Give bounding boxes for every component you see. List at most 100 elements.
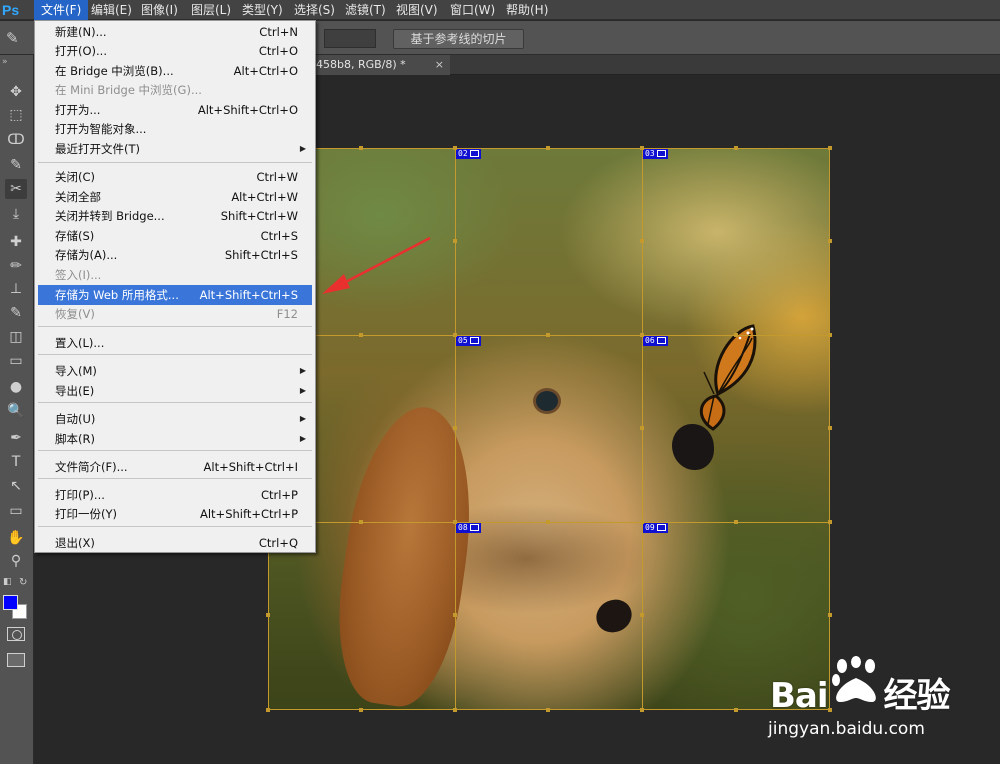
slice-handle[interactable] xyxy=(828,146,832,150)
file-menu-item[interactable]: 关闭并转到 Bridge... Shift+Ctrl+W xyxy=(38,206,312,226)
slice-handle[interactable] xyxy=(546,708,550,712)
menu-4[interactable]: 类型(Y) xyxy=(235,0,290,20)
slice-handle[interactable] xyxy=(453,239,457,243)
file-menu-item[interactable]: 导出(E) ▶ xyxy=(38,381,312,401)
file-menu-item[interactable]: 打开为... Alt+Shift+Ctrl+O xyxy=(38,100,312,120)
screen-mode-icon[interactable] xyxy=(7,653,25,667)
shape-icon[interactable]: ▭ xyxy=(5,501,27,521)
history-brush-icon[interactable]: ✎ xyxy=(5,303,27,323)
slice-handle[interactable] xyxy=(640,708,644,712)
move-icon[interactable]: ✥ xyxy=(5,82,27,102)
file-menu-item[interactable]: 置入(L)... xyxy=(38,333,312,353)
document-tab[interactable]: 458b8, RGB/8) * × xyxy=(314,55,450,75)
slice-handle[interactable] xyxy=(828,239,832,243)
healing-icon[interactable]: ✚ xyxy=(5,232,27,252)
eyedropper-icon[interactable]: ⤓ xyxy=(5,204,27,224)
menu-7[interactable]: 视图(V) xyxy=(389,0,445,20)
slice-number-badge[interactable]: 08 xyxy=(456,523,481,533)
slice-handle[interactable] xyxy=(359,146,363,150)
slice-handle[interactable] xyxy=(640,426,644,430)
slice-number-badge[interactable]: 03 xyxy=(643,149,668,159)
slice-handle[interactable] xyxy=(734,520,738,524)
foreground-color-swatch[interactable] xyxy=(3,595,18,610)
slice-handle[interactable] xyxy=(266,708,270,712)
menu-0[interactable]: 文件(F) xyxy=(34,0,89,20)
file-menu-item[interactable]: 关闭(C) Ctrl+W xyxy=(38,167,312,187)
file-menu-item[interactable]: 存储(S) Ctrl+S xyxy=(38,226,312,246)
menu-9[interactable]: 帮助(H) xyxy=(499,0,555,20)
slice-handle[interactable] xyxy=(546,520,550,524)
slice-handle[interactable] xyxy=(359,520,363,524)
stamp-icon[interactable]: ⊥ xyxy=(5,279,27,299)
marquee-icon[interactable]: ⬚ xyxy=(5,105,27,125)
slice-handle[interactable] xyxy=(734,333,738,337)
file-menu-item[interactable]: 文件简介(F)... Alt+Shift+Ctrl+I xyxy=(38,457,312,477)
slice-handle[interactable] xyxy=(734,708,738,712)
eraser-icon[interactable]: ◫ xyxy=(5,327,27,347)
path-select-icon[interactable]: ↖ xyxy=(5,476,27,496)
slice-handle[interactable] xyxy=(453,708,457,712)
file-menu-item[interactable]: 自动(U) ▶ xyxy=(38,409,312,429)
menu-2[interactable]: 图像(I) xyxy=(134,0,185,20)
hand-icon[interactable]: ✋ xyxy=(5,528,27,548)
style-field[interactable] xyxy=(324,29,376,48)
slice-number-badge[interactable]: 05 xyxy=(456,336,481,346)
slice-handle[interactable] xyxy=(640,333,644,337)
slice-handle[interactable] xyxy=(359,708,363,712)
menu-3[interactable]: 图层(L) xyxy=(184,0,238,20)
slice-handle[interactable] xyxy=(453,146,457,150)
zoom-icon[interactable]: ⚲ xyxy=(5,551,27,571)
default-colors-icon[interactable]: ◧ xyxy=(3,577,12,587)
slice-handle[interactable] xyxy=(546,146,550,150)
slices-from-guides-button[interactable]: 基于参考线的切片 xyxy=(393,29,524,49)
slice-handle[interactable] xyxy=(828,613,832,617)
slice-number-badge[interactable]: 02 xyxy=(456,149,481,159)
slice-icon[interactable]: ✂ xyxy=(5,179,27,199)
file-menu-item[interactable]: 关闭全部 Alt+Ctrl+W xyxy=(38,187,312,207)
quick-mask-icon[interactable] xyxy=(7,627,25,641)
file-menu-item[interactable]: 打印(P)... Ctrl+P xyxy=(38,485,312,505)
slice-handle[interactable] xyxy=(828,333,832,337)
menu-6[interactable]: 滤镜(T) xyxy=(338,0,393,20)
panel-collapse-icon[interactable]: » xyxy=(2,57,32,67)
close-icon[interactable]: × xyxy=(435,55,444,75)
slice-handle[interactable] xyxy=(734,146,738,150)
quick-select-icon[interactable]: ✎ xyxy=(5,155,27,175)
slice-tool-icon[interactable]: ✎ xyxy=(6,28,26,48)
menu-8[interactable]: 窗口(W) xyxy=(443,0,502,20)
slice-handle[interactable] xyxy=(640,146,644,150)
slice-handle[interactable] xyxy=(828,426,832,430)
slice-number-badge[interactable]: 06 xyxy=(643,336,668,346)
slice-handle[interactable] xyxy=(828,520,832,524)
file-menu-item[interactable]: 在 Bridge 中浏览(B)... Alt+Ctrl+O xyxy=(38,61,312,81)
file-menu-item[interactable]: 导入(M) ▶ xyxy=(38,361,312,381)
brush-icon[interactable]: ✏ xyxy=(5,256,27,276)
file-menu-item[interactable]: 存储为 Web 所用格式... Alt+Shift+Ctrl+S xyxy=(38,285,312,305)
file-menu-item[interactable]: 打开为智能对象... xyxy=(38,119,312,139)
slice-handle[interactable] xyxy=(640,239,644,243)
slice-number-badge[interactable]: 09 xyxy=(643,523,668,533)
menu-5[interactable]: 选择(S) xyxy=(287,0,342,20)
lasso-icon[interactable]: ↀ xyxy=(5,130,27,150)
slice-handle[interactable] xyxy=(640,520,644,524)
slice-handle[interactable] xyxy=(453,520,457,524)
file-menu-item[interactable]: 退出(X) Ctrl+Q xyxy=(38,533,312,553)
file-menu-item[interactable]: 最近打开文件(T) ▶ xyxy=(38,139,312,159)
file-menu-item[interactable]: 新建(N)... Ctrl+N xyxy=(38,22,312,42)
blur-icon[interactable]: ● xyxy=(5,377,27,397)
gradient-icon[interactable]: ▭ xyxy=(5,351,27,371)
slice-handle[interactable] xyxy=(359,333,363,337)
slice-handle[interactable] xyxy=(640,613,644,617)
slice-handle[interactable] xyxy=(266,613,270,617)
file-menu-item[interactable]: 存储为(A)... Shift+Ctrl+S xyxy=(38,245,312,265)
dodge-icon[interactable]: 🔍 xyxy=(5,401,27,421)
file-menu-item[interactable]: 打印一份(Y) Alt+Shift+Ctrl+P xyxy=(38,504,312,524)
slice-handle[interactable] xyxy=(546,333,550,337)
slice-handle[interactable] xyxy=(453,426,457,430)
slice-handle[interactable] xyxy=(453,333,457,337)
slice-handle[interactable] xyxy=(453,613,457,617)
menu-1[interactable]: 编辑(E) xyxy=(84,0,139,20)
file-menu-item[interactable]: 打开(O)... Ctrl+O xyxy=(38,41,312,61)
pen-icon[interactable]: ✒ xyxy=(5,428,27,448)
file-menu-item[interactable]: 脚本(R) ▶ xyxy=(38,429,312,449)
